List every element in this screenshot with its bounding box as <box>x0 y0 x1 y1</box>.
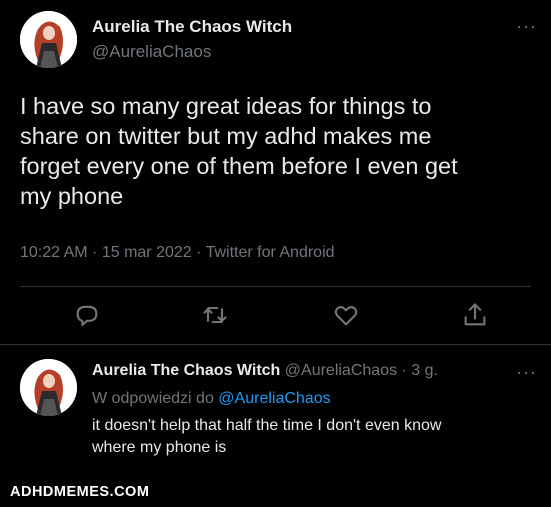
tweet-text-line: forget every one of them before I even g… <box>20 153 458 179</box>
reply-text: it doesn't help that half the time I don… <box>92 415 441 459</box>
author-name[interactable]: Aurelia The Chaos Witch <box>92 17 292 37</box>
avatar-image <box>20 359 77 416</box>
share-icon[interactable] <box>461 301 489 329</box>
avatar[interactable] <box>20 359 77 416</box>
tweet-text-line: I have so many great ideas for things to <box>20 93 432 119</box>
more-options-icon[interactable]: ··· <box>516 17 537 35</box>
tweet-text-line: my phone <box>20 183 124 209</box>
author-handle[interactable]: @AureliaChaos <box>92 42 211 62</box>
tweet-text: I have so many great ideas for things to… <box>20 91 458 211</box>
divider <box>0 344 551 345</box>
like-icon[interactable] <box>332 301 360 329</box>
watermark-logo: ADHDMEMES.COM <box>10 484 150 500</box>
reply-text-line: where my phone is <box>92 439 227 456</box>
reply-header: Aurelia The Chaos Witch @AureliaChaos · … <box>92 362 438 380</box>
avatar[interactable] <box>20 11 77 68</box>
tweet-timestamp[interactable]: 10:22 AM · 15 mar 2022 · Twitter for And… <box>20 244 335 262</box>
divider <box>20 286 531 287</box>
reply-author-name[interactable]: Aurelia The Chaos Witch <box>92 362 280 379</box>
reply-icon[interactable] <box>73 301 101 329</box>
replying-to-prefix: W odpowiedzi do <box>92 390 214 407</box>
replying-to: W odpowiedzi do @AureliaChaos <box>92 390 331 408</box>
replying-to-handle[interactable]: @AureliaChaos <box>218 390 330 407</box>
retweet-icon[interactable] <box>201 301 229 329</box>
more-options-icon[interactable]: ··· <box>516 363 537 381</box>
reply-handle-time[interactable]: @AureliaChaos · 3 g. <box>285 362 438 379</box>
avatar-image <box>20 11 77 68</box>
tweet-text-line: share on twitter but my adhd makes me <box>20 123 432 149</box>
reply-text-line: it doesn't help that half the time I don… <box>92 417 442 434</box>
